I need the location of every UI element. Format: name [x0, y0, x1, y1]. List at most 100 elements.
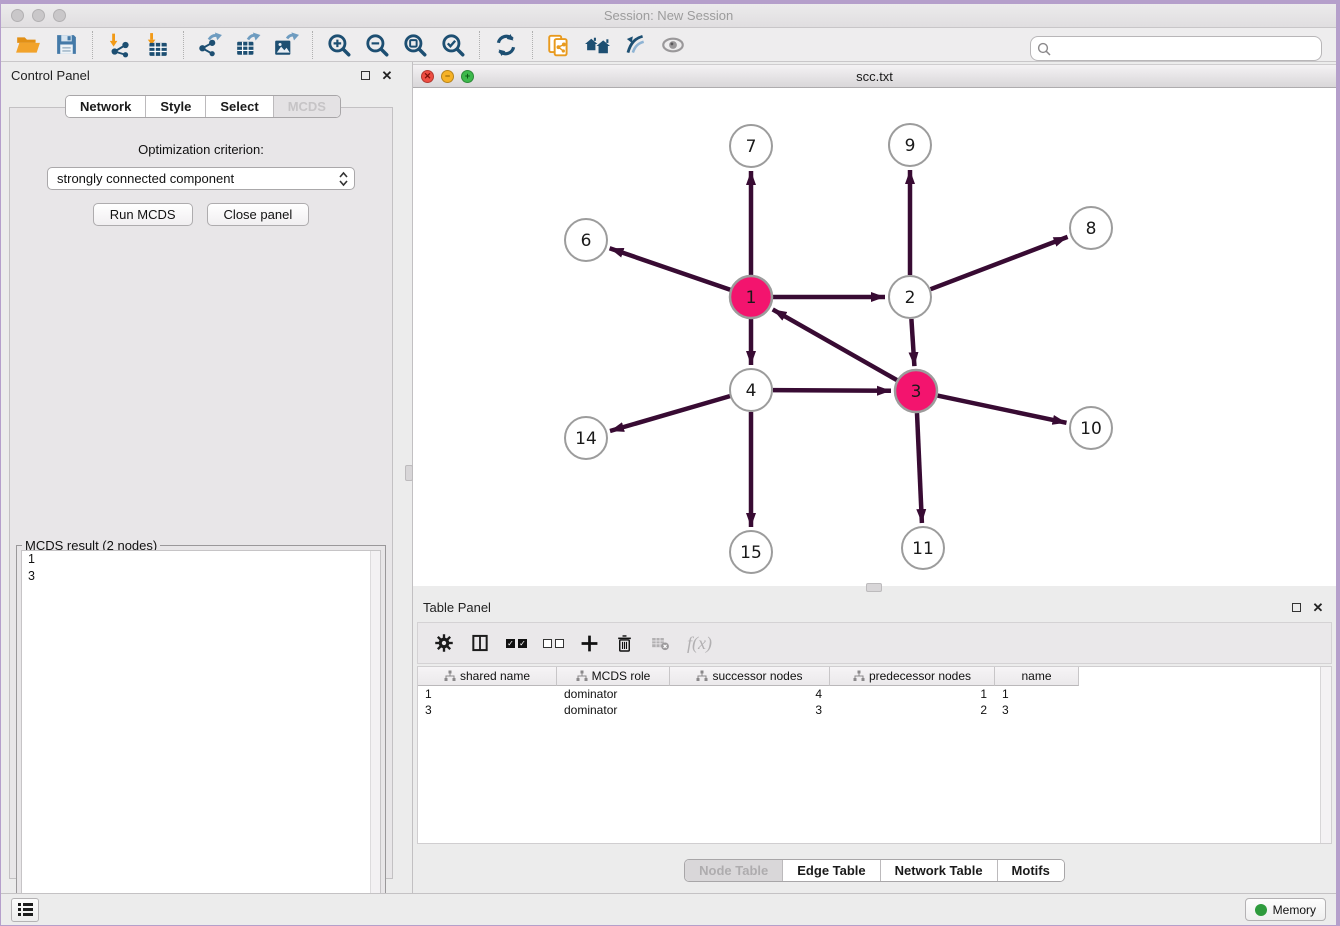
graph-node-3[interactable]: 3 — [895, 370, 937, 412]
zoom-fit-icon — [402, 32, 428, 58]
show-columns-button[interactable] — [470, 633, 490, 653]
clone-network-icon — [546, 32, 572, 58]
home-button[interactable] — [578, 30, 616, 60]
table-panel-close-button[interactable]: ✕ — [1310, 599, 1326, 615]
apply-layout-button[interactable] — [487, 30, 525, 60]
table-settings-button[interactable] — [434, 633, 454, 653]
tab-network[interactable]: Network — [66, 96, 145, 117]
save-icon — [54, 32, 79, 57]
graph-node-2[interactable]: 2 — [889, 276, 931, 318]
mcds-result-item[interactable]: 1 — [22, 551, 380, 568]
checked-boxes-icon: ✓✓ — [506, 639, 527, 648]
zoom-fit-button[interactable] — [396, 30, 434, 60]
column-header-mcds-role[interactable]: MCDS role — [557, 667, 670, 686]
tab-style[interactable]: Style — [145, 96, 205, 117]
table-cell: 4 — [670, 686, 830, 702]
graph-node-15[interactable]: 15 — [730, 531, 772, 573]
table-cell: dominator — [557, 702, 670, 718]
graph-node-9[interactable]: 9 — [889, 124, 931, 166]
graph-node-6[interactable]: 6 — [565, 219, 607, 261]
column-header-shared-name[interactable]: shared name — [418, 667, 557, 686]
deselect-all-button[interactable] — [543, 639, 564, 648]
search-box — [1030, 36, 1322, 61]
table-row[interactable]: 3dominator323 — [418, 702, 1331, 718]
graph-node-14[interactable]: 14 — [565, 417, 607, 459]
show-eye-button[interactable] — [654, 30, 692, 60]
column-type-icon — [853, 670, 865, 682]
graph-edge-2-3[interactable] — [911, 319, 914, 366]
memory-button[interactable]: Memory — [1245, 898, 1326, 921]
table-tab-motifs[interactable]: Motifs — [997, 860, 1064, 881]
result-scrollbar[interactable] — [370, 551, 380, 917]
clone-network-button[interactable] — [540, 30, 578, 60]
tab-mcds[interactable]: MCDS — [273, 96, 340, 117]
graph-node-4[interactable]: 4 — [730, 369, 772, 411]
show-eye-icon — [660, 32, 686, 58]
graph-edge-3-10[interactable] — [938, 396, 1067, 423]
graph-edge-4-3[interactable] — [773, 390, 891, 391]
network-window-titlebar[interactable]: ✕ − + scc.txt — [413, 64, 1336, 88]
add-column-button[interactable] — [580, 634, 599, 653]
select-all-button[interactable]: ✓✓ — [506, 639, 527, 648]
import-table-icon — [144, 32, 170, 58]
toolbar-separator — [92, 31, 93, 59]
graph-edge-1-6[interactable] — [610, 248, 731, 290]
export-table-icon — [235, 32, 261, 58]
table-cell: 1 — [418, 686, 557, 702]
trash-icon — [615, 634, 634, 653]
export-image-button[interactable] — [267, 30, 305, 60]
export-table-button[interactable] — [229, 30, 267, 60]
column-header-predecessor-nodes[interactable]: predecessor nodes — [830, 667, 995, 686]
zoom-out-button[interactable] — [358, 30, 396, 60]
mcds-result-item[interactable]: 3 — [22, 568, 380, 585]
table-toolbar: ✓✓ f(x) — [417, 622, 1332, 664]
graph-node-7[interactable]: 7 — [730, 125, 772, 167]
open-button[interactable] — [9, 30, 47, 60]
network-canvas[interactable]: 1 2 3 4 6 7 8 9 10 11 14 15 — [413, 88, 1336, 586]
control-panel-float-button[interactable] — [357, 67, 373, 83]
splitter-handle[interactable] — [866, 583, 882, 592]
svg-text:10: 10 — [1080, 419, 1102, 439]
column-header-name[interactable]: name — [995, 667, 1079, 686]
task-history-button[interactable] — [11, 898, 39, 922]
vertical-splitter[interactable] — [405, 62, 413, 893]
table-tab-node-table[interactable]: Node Table — [685, 860, 782, 881]
criterion-select[interactable]: strongly connected component — [47, 167, 355, 190]
delete-column-button[interactable] — [615, 634, 634, 653]
close-icon: ✕ — [1313, 601, 1324, 614]
export-image-icon — [273, 32, 299, 58]
run-mcds-button[interactable]: Run MCDS — [93, 203, 193, 226]
column-header-successor-nodes[interactable]: successor nodes — [670, 667, 830, 686]
hide-selected-button[interactable] — [616, 30, 654, 60]
zoom-selected-button[interactable] — [434, 30, 472, 60]
table-tab-edge-table[interactable]: Edge Table — [782, 860, 879, 881]
table-tab-network-table[interactable]: Network Table — [880, 860, 997, 881]
table-scrollbar[interactable] — [1320, 667, 1331, 843]
close-panel-button[interactable]: Close panel — [207, 203, 310, 226]
control-panel-close-button[interactable]: ✕ — [379, 67, 395, 83]
search-input[interactable] — [1055, 42, 1315, 56]
graph-node-1[interactable]: 1 — [730, 276, 772, 318]
horizontal-splitter[interactable] — [413, 586, 1336, 594]
table-panel-float-button[interactable] — [1288, 599, 1304, 615]
graph-node-8[interactable]: 8 — [1070, 207, 1112, 249]
import-table-button[interactable] — [138, 30, 176, 60]
save-button[interactable] — [47, 30, 85, 60]
function-builder-button[interactable]: f(x) — [687, 633, 712, 654]
table-row[interactable]: 1dominator411 — [418, 686, 1331, 702]
tab-select[interactable]: Select — [205, 96, 272, 117]
export-network-button[interactable] — [191, 30, 229, 60]
import-network-button[interactable] — [100, 30, 138, 60]
list-icon — [18, 903, 33, 916]
graph-edge-3-1[interactable] — [773, 309, 897, 380]
graph-edge-3-11[interactable] — [917, 413, 922, 523]
graph-node-11[interactable]: 11 — [902, 527, 944, 569]
graph-edge-2-8[interactable] — [931, 237, 1068, 289]
delete-table-button[interactable] — [650, 633, 671, 653]
splitter-handle[interactable] — [405, 465, 413, 481]
svg-text:3: 3 — [911, 382, 922, 402]
graph-edge-4-14[interactable] — [610, 396, 730, 431]
network-graph: 1 2 3 4 6 7 8 9 10 11 14 15 — [413, 88, 1336, 586]
zoom-in-button[interactable] — [320, 30, 358, 60]
graph-node-10[interactable]: 10 — [1070, 407, 1112, 449]
